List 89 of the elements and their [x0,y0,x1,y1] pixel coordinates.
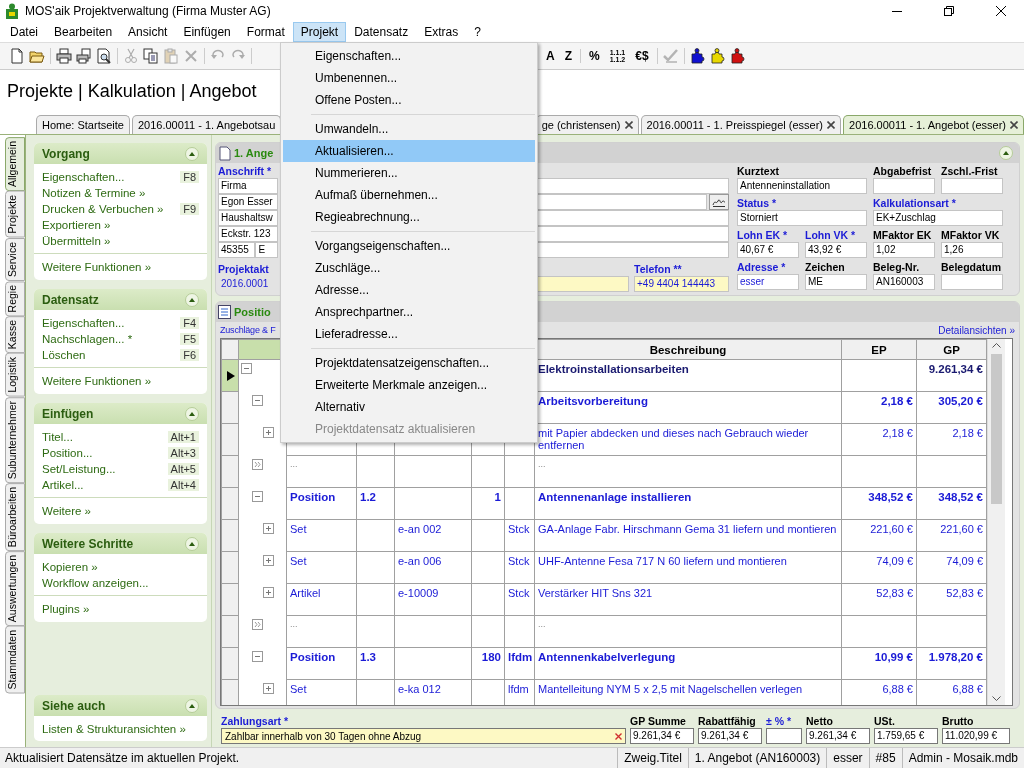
table-cell: ... [534,455,842,488]
table-cell: 9.261,34 € [916,359,987,392]
table-cell: Position [286,647,357,680]
column-header: GP [916,339,987,360]
panel-title: Weitere Schritte [42,536,134,551]
field-label: Rabattfähig [698,714,757,728]
table-cell: 74,09 € [841,551,917,584]
table-cell: Position [286,487,357,520]
table-cell: 348,52 € [841,487,917,520]
table-cell: 52,83 € [841,583,917,616]
table-cell: 1 [471,487,505,520]
field-label: Zeichen [805,260,846,274]
field-label: Abgabefrist [873,164,933,178]
table-cell: ... [286,615,357,648]
column-header: EP [841,339,917,360]
field-label: Kurztext [737,164,780,178]
status-field: #85 [868,748,902,768]
panel-title: Siehe auch [42,698,106,713]
status-field: Admin - Mosaik.mdb [901,748,1024,768]
table-cell: Set [286,519,357,552]
table-cell: GA-Anlage Fabr. Hirschmann Gema 31 liefern und montieren [534,519,842,552]
shortcut-label: F8 [180,171,199,183]
status-field: 1. Angebot (AN160003) [687,748,827,768]
shortcut-label: F5 [180,333,199,345]
panel-title: Einfügen [42,406,94,421]
table-cell: 52,83 € [916,583,987,616]
field-label: Projektakt [218,262,270,276]
field-label: MFaktor VK [941,228,1001,242]
table-cell: Stck [504,551,535,584]
field-label: Zschl.-Frist [941,164,999,178]
field-label: ± % * [766,714,793,728]
shortcut-label: F6 [180,349,199,361]
field-label: USt. [874,714,896,728]
field-label: Netto [806,714,834,728]
field-label: MFaktor EK [873,228,933,242]
table-cell: 221,60 € [841,519,917,552]
field-label: Adresse * [737,260,787,274]
field-label: Beleg-Nr. [873,260,921,274]
table-cell: Artikel [286,583,357,616]
table-cell: Stck [504,519,535,552]
table-cell: 2,18 € [841,423,917,456]
table-cell: 2,18 € [841,391,917,424]
field-label: Anschrift * [218,164,273,178]
table-cell: 221,60 € [916,519,987,552]
panel-title: Datensatz [42,292,99,307]
table-cell: Verstärker HIT Sns 321 [534,583,842,616]
field-label: Belegdatum [941,260,1003,274]
table-cell: Set [286,551,357,584]
field-label: Zahlungsart * [221,714,290,728]
status-message: Aktualisiert Datensätze im aktuellen Projekt. [4,750,241,767]
shortcut-label: Alt+4 [167,479,199,491]
table-cell: Antennenkabelverlegung [534,647,842,680]
shortcut-label: F9 [180,203,199,215]
table-cell: 74,09 € [916,551,987,584]
table-cell: e-10009 [394,583,472,616]
field-label: Lohn VK * [805,228,857,242]
table-cell: e-an 002 [394,519,472,552]
panel-title: 1. Ange [234,147,274,159]
window-title: MOS'aik Projektverwaltung (Firma Muster AG) [25,4,272,18]
status-field: esser [826,748,869,768]
table-cell: 10,99 € [841,647,917,680]
field-label: GP Summe [630,714,687,728]
table-cell: UHF-Antenne Fesa 717 N 60 liefern und montieren [534,551,842,584]
table-cell: 1.978,20 € [916,647,987,680]
table-cell: ... [534,615,842,648]
table-cell: 180 [471,647,505,680]
table-cell: 305,20 € [916,391,987,424]
table-cell: e-an 006 [394,551,472,584]
field-label: Kalkulationsart * [873,196,957,210]
table-cell: ... [286,455,357,488]
shortcut-label: Alt+5 [167,463,199,475]
table-cell: 2,18 € [916,423,987,456]
table-cell: lfdm [504,647,535,680]
panel-title: Positio [234,306,271,318]
shortcut-label: Alt+1 [167,431,199,443]
field-label: Lohn EK * [737,228,789,242]
table-cell: Antennenanlage installieren [534,487,842,520]
table-cell: 1.2 [356,487,395,520]
field-label: Status * [737,196,778,210]
panel-title: Vorgang [42,146,90,161]
field-label: Telefon ** [634,262,683,276]
shortcut-label: Alt+3 [167,447,199,459]
table-cell: 1.3 [356,647,395,680]
field-label: Brutto [942,714,975,728]
shortcut-label: F4 [180,317,199,329]
table-cell: Stck [504,583,535,616]
page-heading: Projekte | Kalkulation | Angebot [7,80,257,102]
table-cell: 348,52 € [916,487,987,520]
status-field: Zweig.Titel [617,748,688,768]
